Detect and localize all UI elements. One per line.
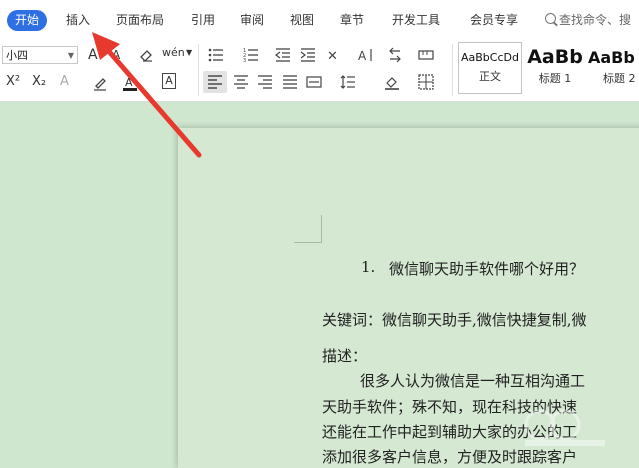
watermark-logo-icon [524, 409, 605, 446]
annotation-arrow-icon [92, 32, 202, 158]
